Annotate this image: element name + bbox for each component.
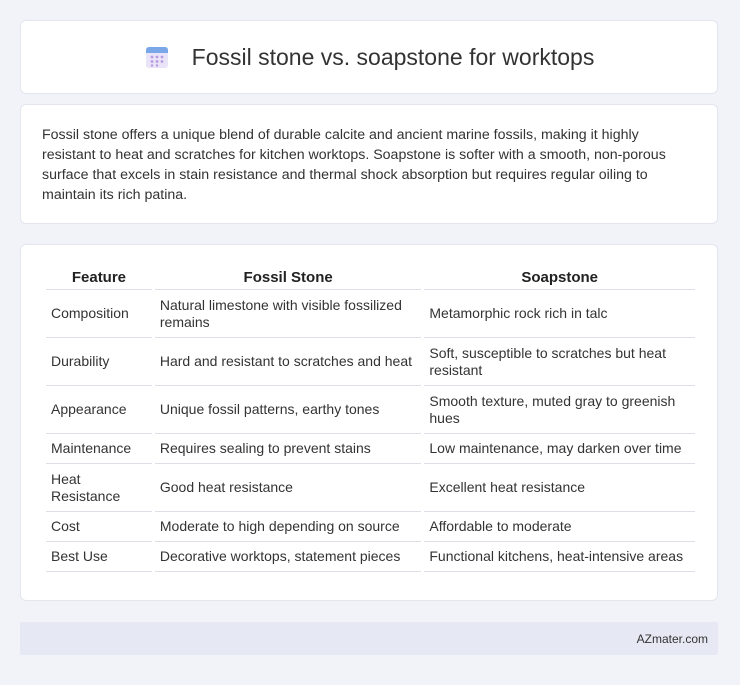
header-fossil-stone: Fossil Stone [154, 265, 422, 290]
table-row: Cost Moderate to high depending on sourc… [46, 512, 695, 542]
intro-card: Fossil stone offers a unique blend of du… [20, 104, 718, 224]
table-row: Maintenance Requires sealing to prevent … [46, 434, 695, 464]
soap-cell: Functional kitchens, heat-intensive area… [424, 542, 695, 572]
table-row: Best Use Decorative worktops, statement … [46, 542, 695, 572]
soap-cell: Soft, susceptible to scratches but heat … [424, 338, 695, 386]
table-row: Durability Hard and resistant to scratch… [46, 338, 695, 386]
fossil-cell: Unique fossil patterns, earthy tones [154, 386, 422, 434]
soap-cell: Excellent heat resistance [424, 464, 695, 512]
header-feature: Feature [46, 265, 152, 290]
table-row: Appearance Unique fossil patterns, earth… [46, 386, 695, 434]
table-row: Composition Natural limestone with visib… [46, 290, 695, 338]
fossil-cell: Moderate to high depending on source [154, 512, 422, 542]
fossil-cell: Requires sealing to prevent stains [154, 434, 422, 464]
soap-cell: Affordable to moderate [424, 512, 695, 542]
feature-cell: Cost [46, 512, 152, 542]
fossil-cell: Good heat resistance [154, 464, 422, 512]
feature-cell: Best Use [46, 542, 152, 572]
table-row: Heat Resistance Good heat resistance Exc… [46, 464, 695, 512]
calendar-icon [144, 44, 170, 70]
intro-paragraph: Fossil stone offers a unique blend of du… [42, 127, 666, 203]
page-title: Fossil stone vs. soapstone for worktops [191, 43, 595, 70]
soap-cell: Low maintenance, may darken over time [424, 434, 695, 464]
header-soapstone: Soapstone [424, 265, 695, 290]
soap-cell: Metamorphic rock rich in talc [424, 290, 695, 338]
feature-cell: Maintenance [46, 434, 152, 464]
feature-cell: Composition [46, 290, 152, 338]
feature-cell: Appearance [46, 386, 152, 434]
footer-brand: AZmater.com [636, 631, 708, 646]
footer: AZmater.com [20, 622, 718, 655]
title-card: Fossil stone vs. soapstone for worktops [20, 20, 718, 94]
fossil-cell: Natural limestone with visible fossilize… [154, 290, 422, 338]
fossil-cell: Decorative worktops, statement pieces [154, 542, 422, 572]
comparison-table: Feature Fossil Stone Soapstone Compositi… [43, 265, 698, 572]
fossil-cell: Hard and resistant to scratches and heat [154, 338, 422, 386]
feature-cell: Heat Resistance [46, 464, 152, 512]
comparison-card: Feature Fossil Stone Soapstone Compositi… [20, 244, 718, 601]
table-header-row: Feature Fossil Stone Soapstone [46, 265, 695, 290]
feature-cell: Durability [46, 338, 152, 386]
soap-cell: Smooth texture, muted gray to greenish h… [424, 386, 695, 434]
